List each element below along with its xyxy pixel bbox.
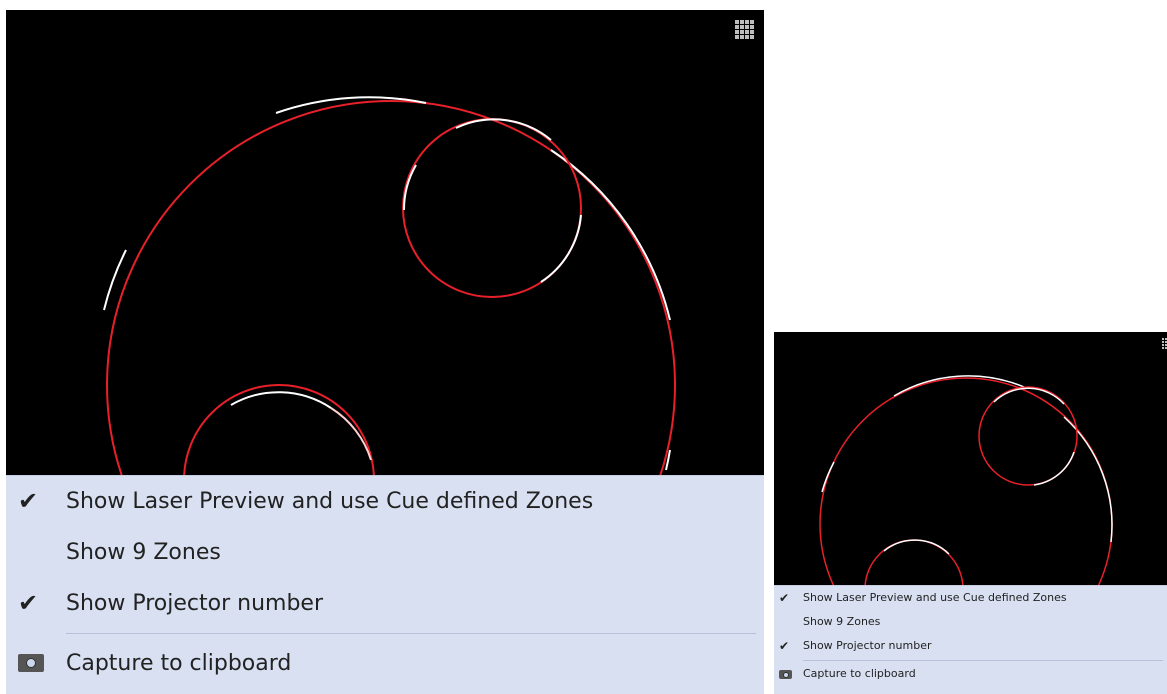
laser-preview	[6, 10, 764, 475]
laser-lower-white-segment	[230, 391, 332, 409]
laser-outer-white-segment	[103, 249, 127, 311]
menu-item-label: Show 9 Zones	[66, 540, 221, 565]
laser-preview	[774, 332, 1167, 585]
laser-lower-circle	[864, 539, 964, 585]
large-preview-panel: ✔ Show Laser Preview and use Cue defined…	[6, 10, 764, 694]
laser-outer-white-segment	[550, 149, 671, 321]
context-menu: ✔ Show Laser Preview and use Cue defined…	[774, 585, 1167, 694]
laser-upper-white-segment	[540, 214, 582, 283]
menu-item-show-9-zones[interactable]: Show 9 Zones	[774, 610, 1167, 634]
checkmark-icon: ✔	[18, 487, 39, 515]
menu-item-label: Show Projector number	[803, 639, 932, 652]
menu-item-capture-to-clipboard[interactable]: Capture to clipboard	[6, 638, 764, 689]
grid-icon[interactable]	[735, 20, 754, 39]
laser-lower-circle	[183, 384, 375, 475]
laser-outer-white-segment	[275, 96, 427, 114]
checkmark-icon: ✔	[779, 639, 790, 653]
menu-item-capture-to-clipboard[interactable]: Capture to clipboard	[774, 662, 1167, 686]
menu-separator	[66, 633, 756, 634]
menu-item-show-projector-number[interactable]: ✔ Show Projector number	[6, 578, 764, 629]
menu-item-label: Show Laser Preview and use Cue defined Z…	[803, 591, 1067, 604]
menu-item-label: Show 9 Zones	[803, 615, 881, 628]
checkmark-icon: ✔	[779, 591, 790, 605]
laser-upper-white-segment	[993, 387, 1065, 405]
menu-item-show-laser-preview[interactable]: ✔ Show Laser Preview and use Cue defined…	[774, 586, 1167, 610]
menu-item-label: Capture to clipboard	[803, 667, 916, 680]
grid-icon[interactable]	[1162, 338, 1167, 349]
checkmark-icon: ✔	[18, 589, 39, 617]
menu-item-show-projector-number[interactable]: ✔ Show Projector number	[774, 634, 1167, 658]
menu-separator	[803, 660, 1163, 661]
context-menu: ✔ Show Laser Preview and use Cue defined…	[6, 475, 764, 694]
camera-icon	[779, 670, 792, 679]
small-preview-panel: ✔ Show Laser Preview and use Cue defined…	[774, 332, 1167, 694]
laser-lower-white-segment	[883, 539, 950, 555]
menu-item-label: Show Projector number	[66, 591, 323, 616]
laser-outer-circle	[106, 100, 676, 475]
laser-lower-white-segment	[330, 407, 372, 461]
laser-preview-canvas	[103, 96, 676, 475]
menu-item-show-laser-preview[interactable]: ✔ Show Laser Preview and use Cue defined…	[6, 476, 764, 527]
menu-item-label: Show Laser Preview and use Cue defined Z…	[66, 489, 594, 514]
menu-item-label: Capture to clipboard	[66, 651, 292, 676]
menu-item-show-9-zones[interactable]: Show 9 Zones	[6, 527, 764, 578]
laser-preview-canvas	[819, 375, 1113, 585]
laser-upper-white-segment	[455, 118, 552, 141]
camera-icon	[18, 654, 44, 672]
laser-upper-white-segment	[1033, 451, 1075, 486]
laser-outer-white-segment	[1063, 416, 1113, 543]
